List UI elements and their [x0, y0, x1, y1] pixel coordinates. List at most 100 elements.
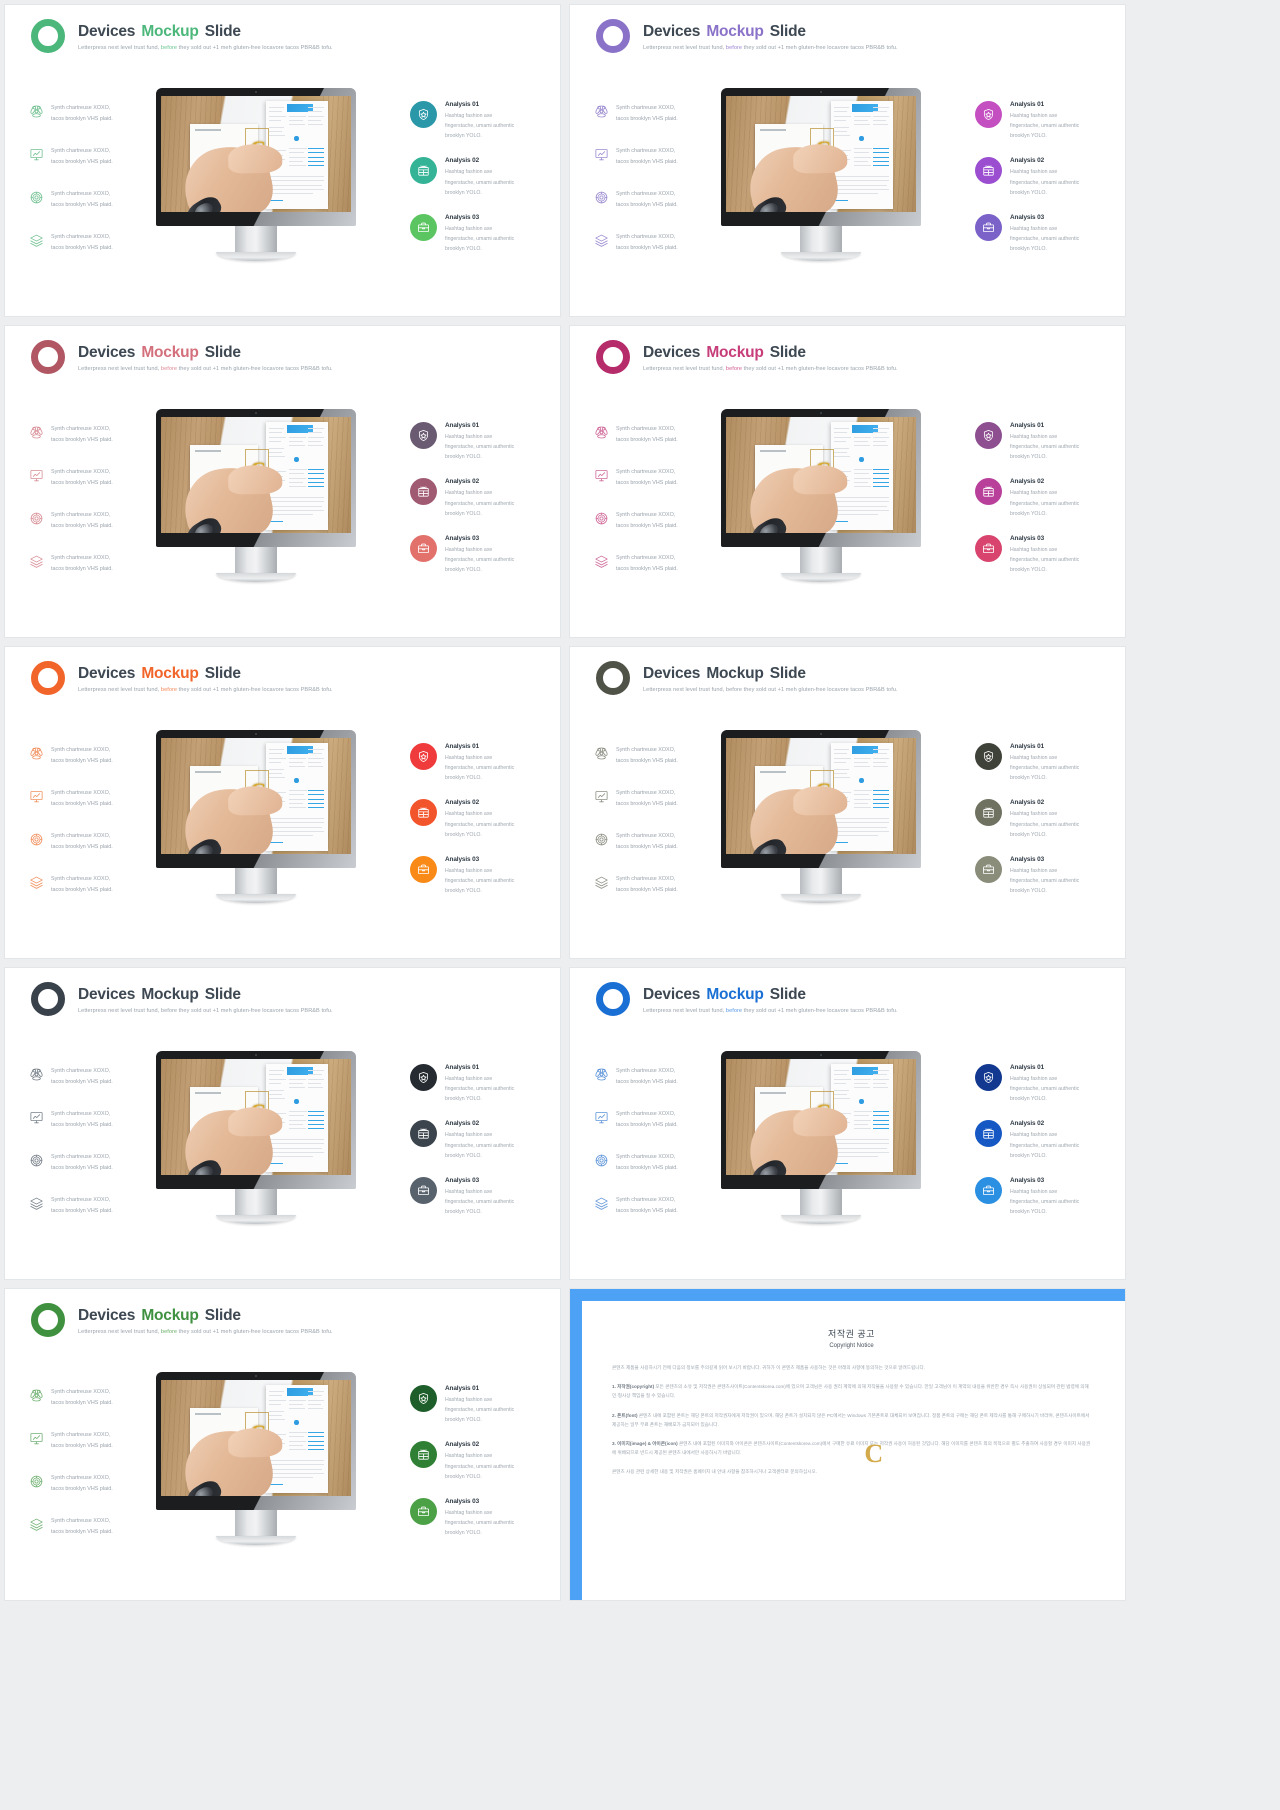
gift-calendar-icon-badge[interactable] [975, 157, 1002, 185]
feature-item-3[interactable]: Synth chartreuse XOXO, tacos brooklyn VHS… [29, 189, 161, 210]
gift-calendar-icon-badge[interactable] [410, 799, 437, 827]
shield-star-icon-badge[interactable] [975, 101, 1002, 128]
analysis-item-3[interactable]: Analysis 03 Hashtag fashion axe fingerstac… [975, 855, 1107, 896]
analysis-item-2[interactable]: Analysis 02 Hashtag fashion axe fingerstac… [410, 157, 542, 197]
analysis-item-3[interactable]: Analysis 03 Hashtag fashion axe fingerstac… [410, 213, 542, 254]
analysis-item-1[interactable]: Analysis 01 Hashtag fashion axe fingerstac… [975, 1064, 1107, 1104]
feature-item-2[interactable]: Synth chartreuse XOXO, tacos brooklyn VHS… [29, 467, 161, 488]
feature-item-2[interactable]: Synth chartreuse XOXO, tacos brooklyn VHS… [29, 1109, 161, 1130]
gift-calendar-icon-badge[interactable] [410, 1441, 437, 1469]
presentation-slide-4[interactable]: Devices Mockup Slide Letterpress next le… [569, 325, 1126, 638]
briefcase-icon-badge[interactable] [975, 534, 1002, 562]
briefcase-icon-badge[interactable] [975, 1176, 1002, 1204]
analysis-item-1[interactable]: Analysis 01 Hashtag fashion axe fingerstac… [975, 101, 1107, 141]
feature-item-3[interactable]: Synth chartreuse XOXO, tacos brooklyn VHS… [29, 1152, 161, 1173]
analysis-item-2[interactable]: Analysis 02 Hashtag fashion axe fingerstac… [975, 478, 1107, 518]
shield-star-icon-badge[interactable] [410, 101, 437, 128]
analysis-item-2[interactable]: Analysis 02 Hashtag fashion axe fingerstac… [410, 478, 542, 518]
feature-item-4[interactable]: Synth chartreuse XOXO, tacos brooklyn VHS… [594, 1195, 726, 1216]
analysis-item-1[interactable]: Analysis 01 Hashtag fashion axe fingerstac… [975, 422, 1107, 462]
feature-item-3[interactable]: Synth chartreuse XOXO, tacos brooklyn VHS… [29, 510, 161, 531]
shield-star-icon-badge[interactable] [975, 422, 1002, 449]
briefcase-icon-badge[interactable] [410, 1176, 437, 1204]
analysis-item-1[interactable]: Analysis 01 Hashtag fashion axe fingerstac… [975, 743, 1107, 783]
briefcase-icon-badge[interactable] [410, 213, 437, 241]
feature-item-4[interactable]: Synth chartreuse XOXO, tacos brooklyn VHS… [29, 1516, 161, 1537]
presentation-slide-5[interactable]: Devices Mockup Slide Letterpress next le… [4, 646, 561, 959]
analysis-item-2[interactable]: Analysis 02 Hashtag fashion axe fingerstac… [975, 1120, 1107, 1160]
briefcase-icon-badge[interactable] [975, 213, 1002, 241]
feature-item-1[interactable]: Synth chartreuse XOXO, tacos brooklyn VHS… [594, 1066, 726, 1087]
analysis-item-1[interactable]: Analysis 01 Hashtag fashion axe fingerstac… [410, 1385, 542, 1425]
briefcase-icon-badge[interactable] [410, 1497, 437, 1525]
feature-item-2[interactable]: Synth chartreuse XOXO, tacos brooklyn VHS… [594, 788, 726, 809]
feature-item-2[interactable]: Synth chartreuse XOXO, tacos brooklyn VHS… [594, 146, 726, 167]
feature-item-4[interactable]: Synth chartreuse XOXO, tacos brooklyn VHS… [29, 232, 161, 253]
feature-item-1[interactable]: Synth chartreuse XOXO, tacos brooklyn VHS… [594, 745, 726, 766]
presentation-slide-7[interactable]: Devices Mockup Slide Letterpress next le… [4, 967, 561, 1280]
analysis-item-1[interactable]: Analysis 01 Hashtag fashion axe fingerstac… [410, 101, 542, 141]
feature-item-1[interactable]: Synth chartreuse XOXO, tacos brooklyn VHS… [29, 424, 161, 445]
shield-star-icon-badge[interactable] [410, 1064, 437, 1091]
analysis-item-2[interactable]: Analysis 02 Hashtag fashion axe fingerstac… [410, 799, 542, 839]
gift-calendar-icon-badge[interactable] [410, 157, 437, 185]
feature-item-4[interactable]: Synth chartreuse XOXO, tacos brooklyn VHS… [594, 553, 726, 574]
feature-item-3[interactable]: Synth chartreuse XOXO, tacos brooklyn VHS… [594, 831, 726, 852]
analysis-item-2[interactable]: Analysis 02 Hashtag fashion axe fingerstac… [410, 1120, 542, 1160]
shield-star-icon-badge[interactable] [410, 422, 437, 449]
feature-item-1[interactable]: Synth chartreuse XOXO, tacos brooklyn VHS… [594, 424, 726, 445]
feature-item-4[interactable]: Synth chartreuse XOXO, tacos brooklyn VHS… [594, 874, 726, 895]
presentation-slide-6[interactable]: Devices Mockup Slide Letterpress next le… [569, 646, 1126, 959]
feature-item-3[interactable]: Synth chartreuse XOXO, tacos brooklyn VHS… [594, 1152, 726, 1173]
shield-star-icon-badge[interactable] [410, 743, 437, 770]
copyright-notice-slide[interactable]: 저작권 공고 Copyright Notice 콘텐츠 제품을 사용하시기 전에 다… [569, 1288, 1126, 1601]
presentation-slide-1[interactable]: Devices Mockup Slide Letterpress next le… [4, 4, 561, 317]
shield-star-icon-badge[interactable] [410, 1385, 437, 1412]
feature-item-1[interactable]: Synth chartreuse XOXO, tacos brooklyn VHS… [29, 1066, 161, 1087]
analysis-item-2[interactable]: Analysis 02 Hashtag fashion axe fingerstac… [975, 157, 1107, 197]
analysis-item-3[interactable]: Analysis 03 Hashtag fashion axe fingerstac… [410, 1497, 542, 1538]
presentation-slide-9[interactable]: Devices Mockup Slide Letterpress next le… [4, 1288, 561, 1601]
feature-item-1[interactable]: Synth chartreuse XOXO, tacos brooklyn VHS… [29, 745, 161, 766]
feature-item-2[interactable]: Synth chartreuse XOXO, tacos brooklyn VHS… [594, 467, 726, 488]
feature-item-3[interactable]: Synth chartreuse XOXO, tacos brooklyn VHS… [594, 189, 726, 210]
presentation-slide-2[interactable]: Devices Mockup Slide Letterpress next le… [569, 4, 1126, 317]
briefcase-icon-badge[interactable] [410, 855, 437, 883]
analysis-item-1[interactable]: Analysis 01 Hashtag fashion axe fingerstac… [410, 1064, 542, 1104]
shield-star-icon-badge[interactable] [975, 1064, 1002, 1091]
feature-item-4[interactable]: Synth chartreuse XOXO, tacos brooklyn VHS… [29, 874, 161, 895]
gift-calendar-icon-badge[interactable] [410, 478, 437, 506]
analysis-item-3[interactable]: Analysis 03 Hashtag fashion axe fingerstac… [975, 213, 1107, 254]
feature-item-4[interactable]: Synth chartreuse XOXO, tacos brooklyn VHS… [29, 553, 161, 574]
feature-item-1[interactable]: Synth chartreuse XOXO, tacos brooklyn VHS… [29, 1387, 161, 1408]
analysis-item-3[interactable]: Analysis 03 Hashtag fashion axe fingerstac… [410, 855, 542, 896]
gift-calendar-icon-badge[interactable] [975, 478, 1002, 506]
feature-item-2[interactable]: Synth chartreuse XOXO, tacos brooklyn VHS… [594, 1109, 726, 1130]
analysis-item-3[interactable]: Analysis 03 Hashtag fashion axe fingerstac… [410, 534, 542, 575]
feature-item-2[interactable]: Synth chartreuse XOXO, tacos brooklyn VHS… [29, 788, 161, 809]
presentation-slide-8[interactable]: Devices Mockup Slide Letterpress next le… [569, 967, 1126, 1280]
analysis-item-3[interactable]: Analysis 03 Hashtag fashion axe fingerstac… [975, 1176, 1107, 1217]
feature-item-3[interactable]: Synth chartreuse XOXO, tacos brooklyn VHS… [29, 1473, 161, 1494]
feature-item-2[interactable]: Synth chartreuse XOXO, tacos brooklyn VHS… [29, 146, 161, 167]
gift-calendar-icon-badge[interactable] [975, 1120, 1002, 1148]
feature-item-4[interactable]: Synth chartreuse XOXO, tacos brooklyn VHS… [594, 232, 726, 253]
briefcase-icon-badge[interactable] [410, 534, 437, 562]
feature-item-3[interactable]: Synth chartreuse XOXO, tacos brooklyn VHS… [594, 510, 726, 531]
briefcase-icon-badge[interactable] [975, 855, 1002, 883]
analysis-item-2[interactable]: Analysis 02 Hashtag fashion axe fingerstac… [410, 1441, 542, 1481]
analysis-item-1[interactable]: Analysis 01 Hashtag fashion axe fingerstac… [410, 743, 542, 783]
shield-star-icon-badge[interactable] [975, 743, 1002, 770]
gift-calendar-icon-badge[interactable] [410, 1120, 437, 1148]
gift-calendar-icon-badge[interactable] [975, 799, 1002, 827]
analysis-item-2[interactable]: Analysis 02 Hashtag fashion axe fingerstac… [975, 799, 1107, 839]
feature-item-2[interactable]: Synth chartreuse XOXO, tacos brooklyn VHS… [29, 1430, 161, 1451]
analysis-item-1[interactable]: Analysis 01 Hashtag fashion axe fingerstac… [410, 422, 542, 462]
analysis-item-3[interactable]: Analysis 03 Hashtag fashion axe fingerstac… [410, 1176, 542, 1217]
analysis-item-3[interactable]: Analysis 03 Hashtag fashion axe fingerstac… [975, 534, 1107, 575]
feature-item-4[interactable]: Synth chartreuse XOXO, tacos brooklyn VHS… [29, 1195, 161, 1216]
feature-item-1[interactable]: Synth chartreuse XOXO, tacos brooklyn VHS… [29, 103, 161, 124]
feature-item-3[interactable]: Synth chartreuse XOXO, tacos brooklyn VHS… [29, 831, 161, 852]
presentation-slide-3[interactable]: Devices Mockup Slide Letterpress next le… [4, 325, 561, 638]
feature-item-1[interactable]: Synth chartreuse XOXO, tacos brooklyn VHS… [594, 103, 726, 124]
